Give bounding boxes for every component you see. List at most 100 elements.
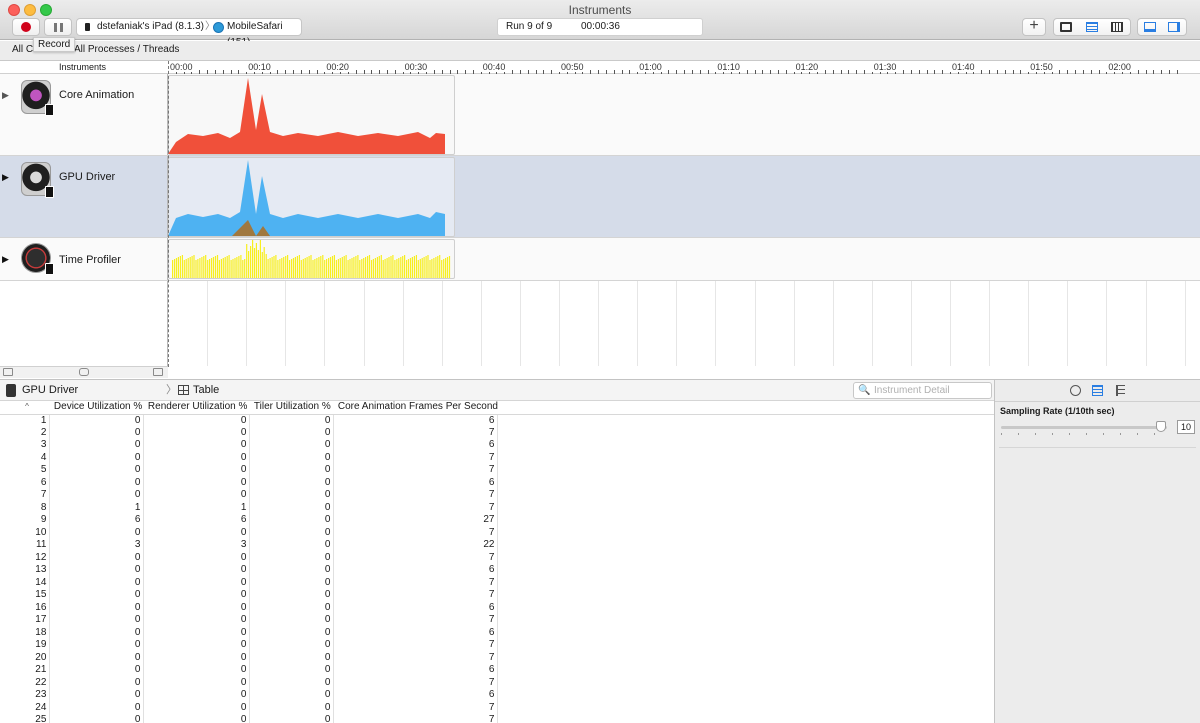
instrument-row-core-animation[interactable]: ▶ Core Animation xyxy=(0,74,168,155)
table-cell: 27 xyxy=(333,514,499,527)
table-row[interactable]: 14 0 0 0 7 xyxy=(0,576,994,589)
column-header-fps[interactable]: Core Animation Frames Per Second xyxy=(333,401,498,415)
sort-ascending-icon: ^ xyxy=(25,402,29,412)
column-header-device[interactable]: Device Utilization % xyxy=(49,401,144,415)
table-cell: 0 xyxy=(49,426,145,439)
instrument-row-time-profiler[interactable]: ▶ Time Profiler xyxy=(0,238,168,280)
table-row[interactable]: 30006 xyxy=(0,439,994,452)
cpu-sample-bar xyxy=(279,259,281,278)
expand-tracks-icon[interactable] xyxy=(153,368,163,376)
instrument-detail-search[interactable]: 🔍 xyxy=(853,382,992,399)
track-time-profiler[interactable]: ▶ Time Profiler xyxy=(0,238,1200,281)
instrument-row-gpu-driver[interactable]: ▶ GPU Driver xyxy=(0,156,168,237)
table-row[interactable]: 21 0 0 0 6 xyxy=(0,664,994,677)
table-row[interactable]: 11 3 3 0 22 xyxy=(0,539,994,552)
table-cell: 0 xyxy=(249,676,335,689)
cpu-sample-bar xyxy=(306,257,308,278)
table-row[interactable]: 15 0 0 0 7 xyxy=(0,589,994,602)
table-row[interactable]: 12 0 0 0 7 xyxy=(0,551,994,564)
table-cell: 0 xyxy=(249,589,335,602)
cpu-sample-bar xyxy=(448,256,451,278)
sampling-rate-value[interactable]: 10 xyxy=(1177,420,1195,434)
bottom-pane-icon[interactable] xyxy=(1144,22,1156,32)
table-row[interactable]: 16 0 0 0 6 xyxy=(0,601,994,614)
sampling-rate-slider[interactable] xyxy=(1001,426,1167,429)
right-pane-icon[interactable] xyxy=(1168,22,1180,32)
table-row[interactable]: 20007 xyxy=(0,426,994,439)
table-row[interactable]: 20 0 0 0 7 xyxy=(0,651,994,664)
extended-detail-tab-icon[interactable] xyxy=(1116,385,1125,396)
table-cell: 1 xyxy=(143,501,251,514)
cpu-sample-bar xyxy=(257,250,259,278)
table-row[interactable]: 10 0 0 0 7 xyxy=(0,526,994,539)
table-row[interactable]: 60006 xyxy=(0,476,994,489)
cpu-sample-bar xyxy=(232,259,234,278)
disclosure-triangle-icon[interactable]: ▶ xyxy=(2,254,9,265)
table-row[interactable]: 9 6 6 0 27 xyxy=(0,514,994,527)
pause-icon xyxy=(54,23,57,32)
search-input[interactable] xyxy=(874,384,989,397)
extended-detail-icon[interactable] xyxy=(1111,22,1123,32)
table-row[interactable]: 18 0 0 0 6 xyxy=(0,626,994,639)
table-row[interactable]: 24 0 0 0 7 xyxy=(0,701,994,714)
device-badge-icon xyxy=(45,104,54,116)
cpu-sample-bar xyxy=(310,255,312,278)
pause-button[interactable] xyxy=(44,18,72,36)
track-core-animation[interactable]: ▶ Core Animation xyxy=(0,74,1200,156)
breadcrumb-view[interactable]: Table xyxy=(193,380,219,400)
cpu-sample-bar xyxy=(220,259,222,278)
table-row[interactable]: 10006 xyxy=(0,414,994,427)
display-settings-tab-icon[interactable] xyxy=(1092,385,1103,396)
table-cell: 0 xyxy=(143,589,251,602)
sort-column-header[interactable]: ^ xyxy=(0,401,50,415)
record-button[interactable] xyxy=(12,18,40,36)
disclosure-triangle-icon[interactable]: ▶ xyxy=(2,172,9,183)
column-header-tiler[interactable]: Tiler Utilization % xyxy=(249,401,334,415)
breadcrumb-instrument[interactable]: GPU Driver xyxy=(22,380,78,400)
cpu-sample-bar xyxy=(269,258,271,278)
gpu-device-utilization-area xyxy=(168,160,445,236)
table-row[interactable]: 50007 xyxy=(0,464,994,477)
table-cell: 0 xyxy=(143,564,251,577)
table-cell: 0 xyxy=(49,701,145,714)
cpu-sample-bar xyxy=(230,260,232,278)
search-icon[interactable]: 🔍 xyxy=(858,385,870,397)
collapse-tracks-icon[interactable] xyxy=(3,368,13,376)
table-cell: 3 xyxy=(49,539,145,552)
cpu-sample-bar xyxy=(396,259,398,278)
record-settings-icon[interactable] xyxy=(1060,22,1072,32)
cpu-sample-bar xyxy=(244,259,246,278)
cpu-sample-bar xyxy=(248,251,250,278)
playhead[interactable] xyxy=(168,61,169,367)
table-row[interactable]: 13 0 0 0 6 xyxy=(0,564,994,577)
disclosure-triangle-icon[interactable]: ▶ xyxy=(2,90,9,101)
table-row[interactable]: 81107 xyxy=(0,501,994,514)
table-row[interactable]: 25 0 0 0 7 xyxy=(0,714,994,723)
time-ruler[interactable]: 00:00 00:10 00:20 00:30 00:40 00:50 01:00 01:10… xyxy=(168,61,1200,74)
target-selector[interactable]: dstefaniak's iPad (8.1.3) 〉 MobileSafari… xyxy=(76,18,302,48)
track-height-icon[interactable] xyxy=(79,368,89,376)
detail-view-icon[interactable] xyxy=(1086,22,1098,32)
table-cell: 0 xyxy=(49,626,145,639)
table-row[interactable]: 19 0 0 0 7 xyxy=(0,639,994,652)
track-gpu-driver[interactable]: ▶ GPU Driver xyxy=(0,156,1200,238)
all-processes-button[interactable]: All Processes / Threads xyxy=(74,41,179,59)
cpu-sample-bar xyxy=(322,255,324,278)
row-index-cell: 17 xyxy=(0,614,51,627)
table-row[interactable]: 23 0 0 0 6 xyxy=(0,689,994,702)
cpu-sample-bar xyxy=(388,257,390,278)
add-instrument-button[interactable]: + xyxy=(1022,18,1046,36)
cpu-sample-bar xyxy=(347,260,349,278)
cpu-sample-bar xyxy=(300,260,302,278)
table-row[interactable]: 40007 xyxy=(0,451,994,464)
table-row[interactable]: 70007 xyxy=(0,489,994,502)
table-cell: 0 xyxy=(249,464,335,477)
table-row[interactable]: 17 0 0 0 7 xyxy=(0,614,994,627)
table-row[interactable]: 22 0 0 0 7 xyxy=(0,676,994,689)
slider-knob[interactable] xyxy=(1156,421,1166,432)
slider-tick-marks xyxy=(1001,433,1167,435)
record-settings-tab-icon[interactable] xyxy=(1070,385,1081,396)
cpu-sample-bar xyxy=(411,257,413,278)
table-cell: 0 xyxy=(143,464,251,477)
column-header-renderer[interactable]: Renderer Utilization % xyxy=(143,401,250,415)
